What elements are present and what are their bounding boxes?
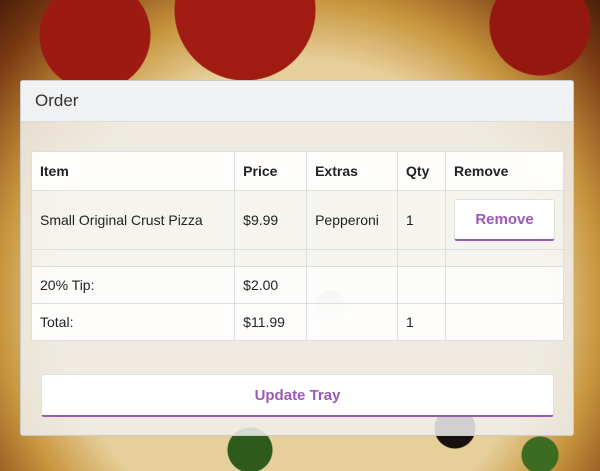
column-header-extras: Extras (306, 151, 399, 191)
column-header-price: Price (234, 151, 308, 191)
panel-header: Order (21, 81, 573, 122)
tip-value: $2.00 (234, 266, 308, 304)
table-row: Small Original Crust Pizza $9.99 Peppero… (30, 190, 564, 250)
item-extras: Pepperoni (306, 190, 399, 250)
order-panel: Order Item Price Extras Qty Remove Small… (20, 80, 574, 436)
update-tray-button[interactable]: Update Tray (41, 374, 554, 417)
remove-cell: Remove (445, 190, 564, 250)
total-value: $11.99 (234, 303, 308, 341)
total-qty: 1 (397, 303, 446, 341)
tip-label: 20% Tip: (30, 266, 236, 304)
item-qty: 1 (397, 190, 446, 250)
total-label: Total: (30, 303, 236, 341)
spacer-row (30, 249, 564, 267)
column-header-item: Item (30, 151, 236, 191)
panel-title: Order (35, 91, 79, 110)
column-header-remove: Remove (445, 151, 564, 191)
item-name: Small Original Crust Pizza (30, 190, 236, 250)
column-header-qty: Qty (397, 151, 446, 191)
total-row: Total: $11.99 1 (30, 303, 564, 341)
table-header-row: Item Price Extras Qty Remove (30, 151, 564, 191)
remove-button[interactable]: Remove (454, 199, 555, 241)
tip-row: 20% Tip: $2.00 (30, 266, 564, 304)
item-price: $9.99 (234, 190, 308, 250)
order-table: Item Price Extras Qty Remove Small Origi… (30, 151, 564, 341)
